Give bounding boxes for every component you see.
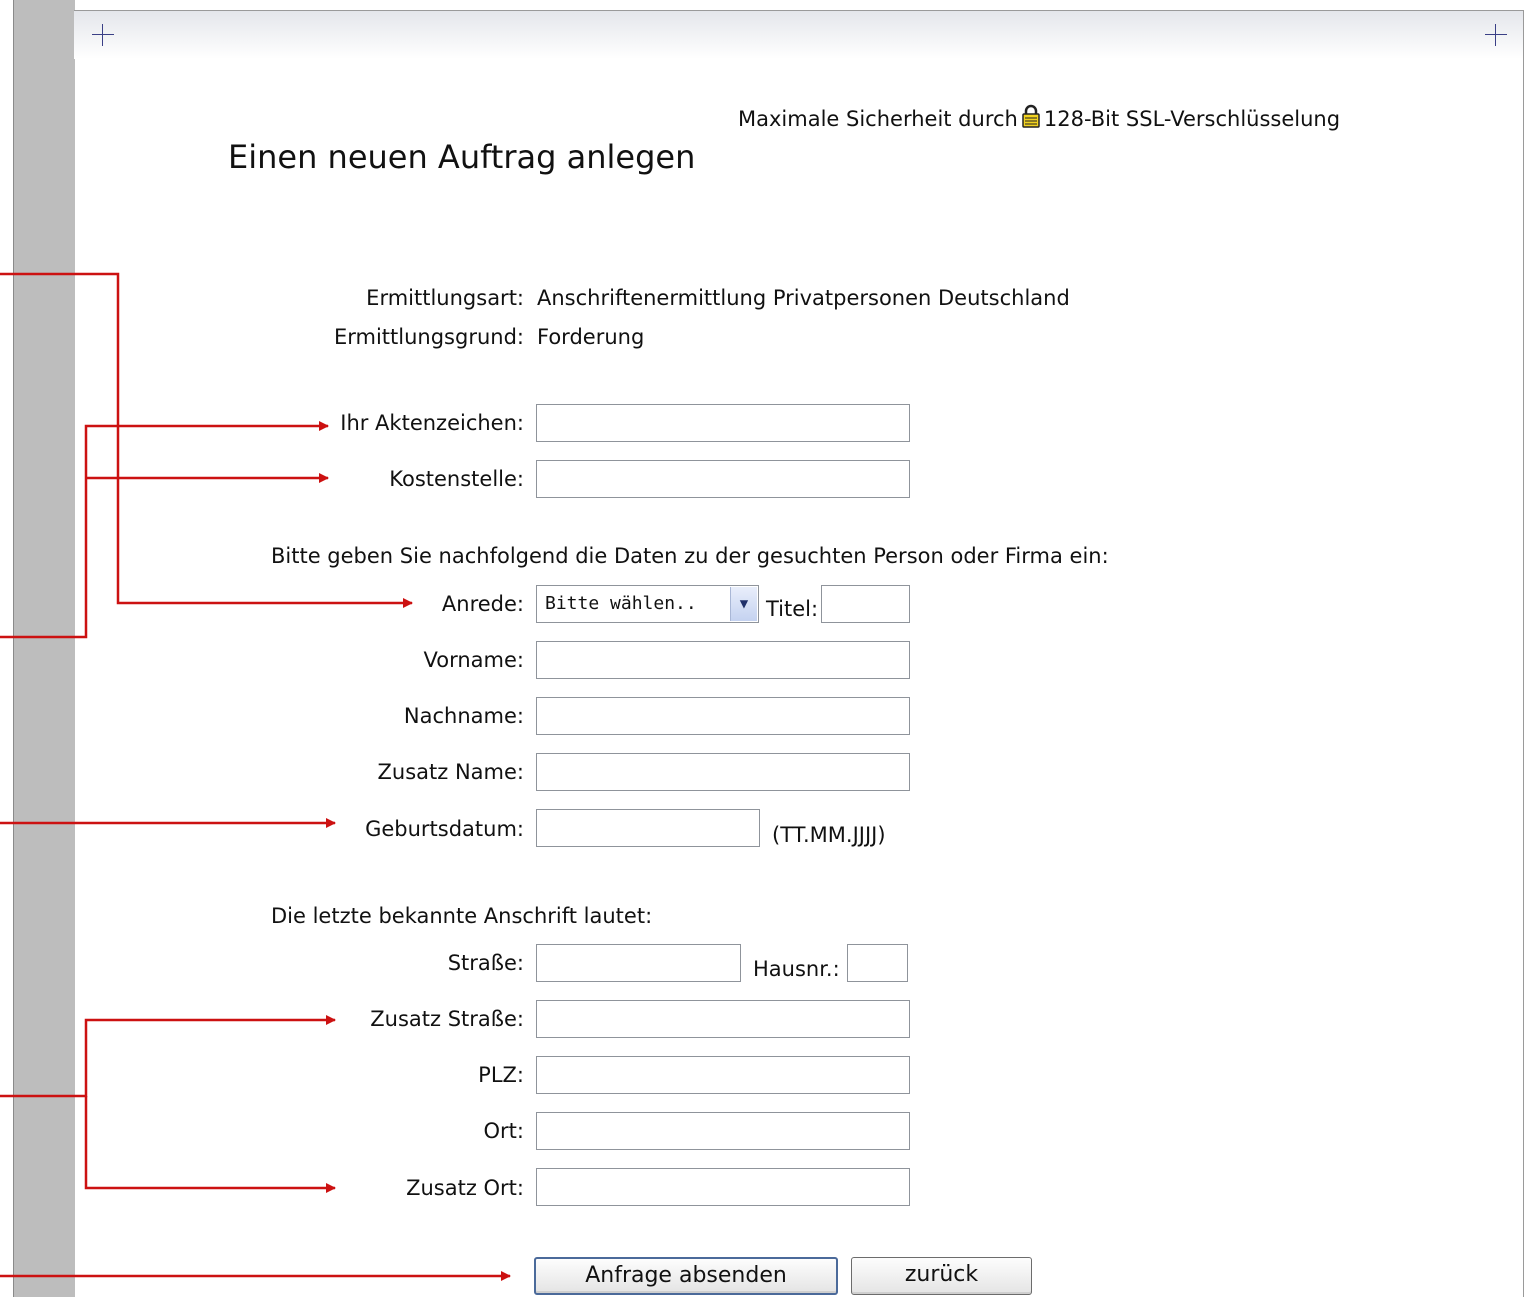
file-reference-input[interactable] (536, 404, 910, 442)
security-note: Maximale Sicherheit durch 128-Bit SSL-Ver… (738, 104, 1340, 134)
security-note-suffix: 128-Bit SSL-Verschlüsselung (1043, 107, 1341, 131)
salutation-selected-value: Bitte wählen.. (545, 593, 697, 614)
left-gray-bar (13, 0, 75, 1297)
zip-label: PLZ: (478, 1063, 524, 1087)
chevron-down-icon[interactable]: ▼ (730, 587, 757, 621)
city-suffix-input[interactable] (536, 1168, 910, 1206)
type-value: Anschriftenermittlung Privatpersonen Deu… (537, 286, 1070, 310)
security-note-text: Maximale Sicherheit durch (738, 107, 1018, 131)
name-suffix-input[interactable] (536, 753, 910, 791)
lock-icon (1021, 104, 1041, 134)
first-name-input[interactable] (536, 641, 910, 679)
cost-center-label: Kostenstelle: (389, 467, 524, 491)
house-number-input[interactable] (847, 944, 908, 982)
type-label: Ermittlungsart: (366, 286, 524, 310)
frame-top-border (74, 10, 1524, 11)
left-margin (0, 0, 13, 1297)
birthdate-label: Geburtsdatum: (365, 817, 524, 841)
city-input[interactable] (536, 1112, 910, 1150)
birthdate-hint: (TT.MM.JJJJ) (772, 823, 886, 847)
salutation-select[interactable]: Bitte wählen.. ▼ (536, 585, 759, 623)
street-suffix-label: Zusatz Straße: (370, 1007, 524, 1031)
page-top-shade (74, 11, 1523, 59)
person-intro: Bitte geben Sie nachfolgend die Daten zu… (271, 544, 1109, 568)
reason-label: Ermittlungsgrund: (333, 325, 524, 349)
cost-center-input[interactable] (536, 460, 910, 498)
submit-request-button[interactable]: Anfrage absenden (534, 1257, 838, 1295)
salutation-label: Anrede: (441, 592, 524, 616)
street-suffix-input[interactable] (536, 1000, 910, 1038)
street-input[interactable] (536, 944, 741, 982)
title-input[interactable] (821, 585, 910, 623)
house-number-label: Hausnr.: (753, 957, 840, 981)
frame-right-border (1523, 10, 1524, 1297)
zip-input[interactable] (536, 1056, 910, 1094)
first-name-label: Vorname: (423, 648, 524, 672)
page-title: Einen neuen Auftrag anlegen (228, 138, 696, 176)
name-suffix-label: Zusatz Name: (377, 760, 524, 784)
city-suffix-label: Zusatz Ort: (406, 1176, 524, 1200)
back-button[interactable]: zurück (851, 1257, 1032, 1295)
city-label: Ort: (483, 1119, 524, 1143)
crop-mark-right-icon (1485, 24, 1507, 46)
street-label: Straße: (447, 951, 524, 975)
birthdate-input[interactable] (536, 809, 760, 847)
last-name-label: Nachname: (403, 704, 524, 728)
crop-mark-left-icon (92, 24, 114, 46)
last-name-input[interactable] (536, 697, 910, 735)
title-label: Titel: (766, 597, 819, 621)
reason-value: Forderung (537, 325, 645, 349)
file-reference-label: Ihr Aktenzeichen: (340, 411, 524, 435)
address-intro: Die letzte bekannte Anschrift lautet: (271, 904, 653, 928)
